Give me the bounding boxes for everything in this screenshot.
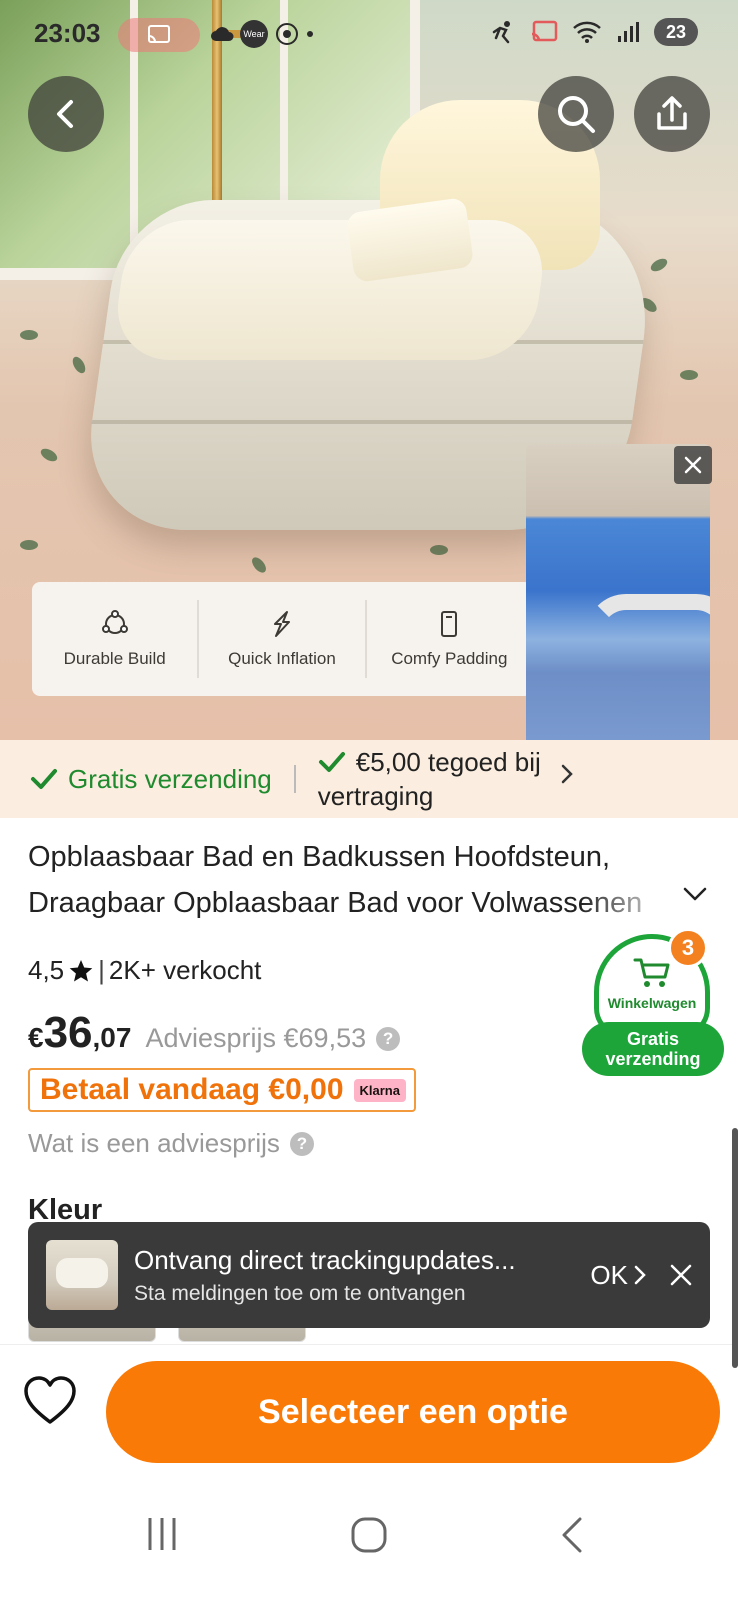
feature-durable: Durable Build: [32, 582, 197, 696]
back-nav-icon[interactable]: [560, 1516, 584, 1554]
star-icon: [69, 959, 93, 981]
durable-icon: [101, 610, 128, 634]
delay-credit[interactable]: €5,00 tegoed bij vertraging: [317, 745, 573, 813]
padding-icon: [441, 611, 458, 637]
what-is-msrp-link[interactable]: Wat is een adviesprijs ?: [28, 1128, 314, 1159]
help-icon[interactable]: ?: [376, 1026, 401, 1051]
shipping-banner[interactable]: Gratis verzending €5,00 tegoed bij vertr…: [0, 740, 738, 818]
feature-label: Quick Inflation: [228, 649, 336, 668]
chevron-left-icon: [57, 100, 73, 128]
notification-toast[interactable]: Ontvang direct trackingupdates... Sta me…: [28, 1222, 710, 1328]
feature-label: Durable Build: [63, 649, 166, 668]
wear-icon: Wear: [240, 20, 268, 48]
check-icon: [31, 769, 57, 789]
screen-cast-indicator[interactable]: [118, 18, 200, 52]
cast-icon: [148, 25, 170, 43]
chevron-down-icon[interactable]: [682, 886, 708, 902]
recent-apps-icon[interactable]: [144, 1516, 180, 1552]
wifi-icon: [573, 21, 601, 43]
rating-row[interactable]: 4,5 | 2K+ verkocht: [28, 955, 261, 986]
search-icon: [558, 96, 595, 133]
dot-icon: [307, 31, 313, 37]
close-icon: [684, 456, 702, 474]
back-button[interactable]: [28, 76, 104, 152]
cast-active-icon: [531, 20, 558, 42]
video-close-button[interactable]: [674, 446, 712, 484]
select-option-button[interactable]: Selecteer een optie: [106, 1361, 720, 1463]
close-icon: [670, 1264, 692, 1286]
home-icon[interactable]: [350, 1516, 388, 1554]
free-shipping-label: Gratis verzending: [68, 763, 272, 794]
bottom-action-bar: Selecteer een optie: [0, 1344, 738, 1474]
cloud-icon: [211, 27, 234, 41]
share-icon: [657, 96, 687, 130]
feature-comfy-padding: Comfy Padding: [364, 600, 532, 678]
toast-ok-button[interactable]: OK: [590, 1260, 646, 1291]
credit-line1: €5,00 tegoed bij: [355, 747, 541, 777]
klarna-pay-today[interactable]: Betaal vandaag €0,00 Klarna: [28, 1068, 416, 1112]
heart-icon: [24, 1376, 76, 1424]
help-icon: ?: [289, 1131, 314, 1156]
msrp[interactable]: Adviesprijs €69,53 ?: [145, 1023, 401, 1054]
product-title[interactable]: Opblaasbaar Bad en Badkussen Hoofdsteun,…: [28, 834, 678, 926]
search-button[interactable]: [538, 76, 614, 152]
feature-strip: Durable Build Quick Inflation Comfy Padd…: [32, 582, 532, 696]
cart-icon: [633, 958, 670, 987]
chevron-right-icon: [634, 1265, 646, 1285]
lightning-icon: [273, 611, 290, 637]
status-bar: 23:03 Wear 23: [0, 0, 738, 70]
credit-line2: vertraging: [317, 781, 434, 811]
toast-product-thumbnail: [46, 1240, 118, 1310]
toast-subtitle: Sta meldingen toe om te ontvangen: [134, 1281, 466, 1305]
toast-title: Ontvang direct trackingupdates...: [134, 1244, 516, 1275]
product-image[interactable]: Durable Build Quick Inflation Comfy Padd…: [0, 0, 738, 740]
price-row: €36,07 Adviesprijs €69,53 ?: [28, 1008, 401, 1058]
klarna-logo: Klarna: [353, 1078, 406, 1102]
running-icon: [492, 21, 510, 44]
status-time: 23:03: [34, 18, 101, 48]
cart-count-badge: 3: [668, 928, 708, 968]
rating-value: 4,5: [28, 955, 65, 985]
battery-indicator: 23: [654, 18, 698, 46]
sold-count: 2K+ verkocht: [108, 955, 262, 985]
video-preview[interactable]: [526, 444, 710, 740]
cart-label: Winkelwagen: [607, 995, 697, 1011]
edge-panel-handle[interactable]: [732, 1128, 738, 1368]
share-button[interactable]: [634, 76, 710, 152]
toast-close-button[interactable]: [670, 1264, 692, 1286]
feature-label: Comfy Padding: [391, 649, 508, 668]
feature-quick-inflation: Quick Inflation: [197, 600, 364, 678]
wishlist-button[interactable]: [22, 1375, 78, 1432]
cart-free-shipping-badge: Gratis verzending: [582, 1022, 724, 1076]
chevron-right-icon: [561, 764, 573, 784]
weather-icon: [276, 23, 298, 45]
price: €36,07: [28, 1008, 132, 1057]
system-nav-bar: [0, 1474, 738, 1600]
signal-icon: [618, 22, 639, 42]
divider: [293, 765, 296, 793]
check-icon: [318, 752, 345, 772]
